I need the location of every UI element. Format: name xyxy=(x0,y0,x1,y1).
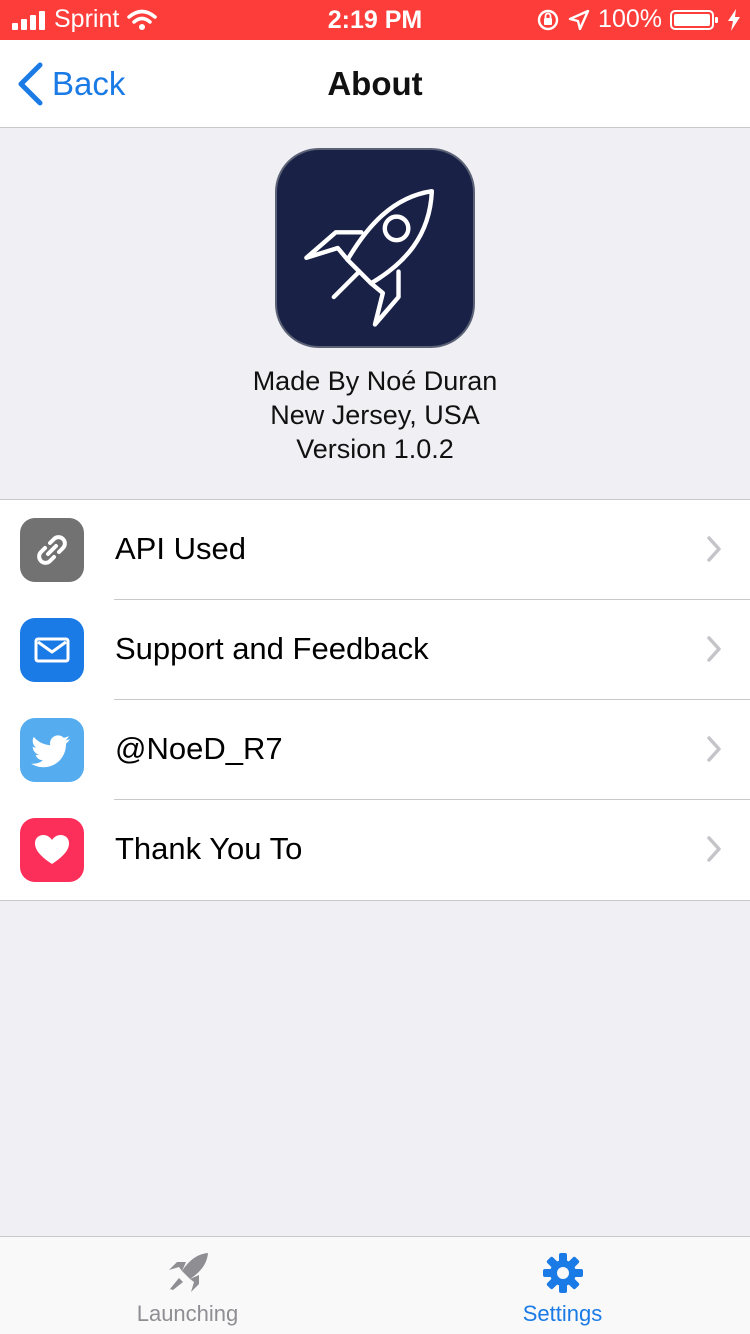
list-item-thank-you[interactable]: Thank You To xyxy=(0,800,750,900)
list-item-label: API Used xyxy=(115,531,246,566)
about-list: API Used Support and Feedback @NoeD_R7 T… xyxy=(0,499,750,901)
rocket-icon xyxy=(168,1253,208,1292)
heart-icon xyxy=(20,818,84,882)
list-item-label: @NoeD_R7 xyxy=(115,731,283,766)
charging-bolt-icon xyxy=(728,8,740,31)
navigation-bar: Back About xyxy=(0,40,750,128)
rocket-icon xyxy=(304,188,435,327)
app-icon xyxy=(275,148,475,348)
chevron-right-icon xyxy=(707,536,721,562)
tab-launching[interactable]: Launching xyxy=(0,1237,375,1334)
list-item-twitter[interactable]: @NoeD_R7 xyxy=(0,700,750,800)
page-title: About xyxy=(327,65,423,102)
tab-label: Launching xyxy=(136,1301,239,1326)
list-item-label: Thank You To xyxy=(115,831,303,866)
battery-icon xyxy=(670,9,718,30)
list-item-label: Support and Feedback xyxy=(115,631,429,666)
tab-label: Settings xyxy=(522,1301,603,1326)
status-right: 100% xyxy=(536,5,740,34)
chevron-right-icon xyxy=(707,736,721,762)
tab-bar: Launching Settings xyxy=(0,1236,750,1334)
tab-settings[interactable]: Settings xyxy=(375,1237,750,1334)
chevron-right-icon xyxy=(707,636,721,662)
gear-icon xyxy=(542,1253,583,1293)
battery-percentage: 100% xyxy=(598,5,662,33)
mail-icon xyxy=(20,618,84,682)
version-text: Version 1.0.2 xyxy=(296,434,454,464)
location-arrow-icon xyxy=(568,9,590,30)
location-text: New Jersey, USA xyxy=(270,400,480,430)
made-by-text: Made By Noé Duran xyxy=(252,366,498,396)
chevron-right-icon xyxy=(707,836,721,862)
app-info: Made By Noé Duran New Jersey, USA Versio… xyxy=(0,364,750,466)
link-icon xyxy=(20,518,84,582)
orientation-lock-icon xyxy=(537,9,559,30)
list-item-support-feedback[interactable]: Support and Feedback xyxy=(0,600,750,700)
status-bar: Sprint 2:19 PM 100% xyxy=(0,0,750,40)
list-item-api-used[interactable]: API Used xyxy=(0,500,750,600)
twitter-icon xyxy=(20,718,84,782)
